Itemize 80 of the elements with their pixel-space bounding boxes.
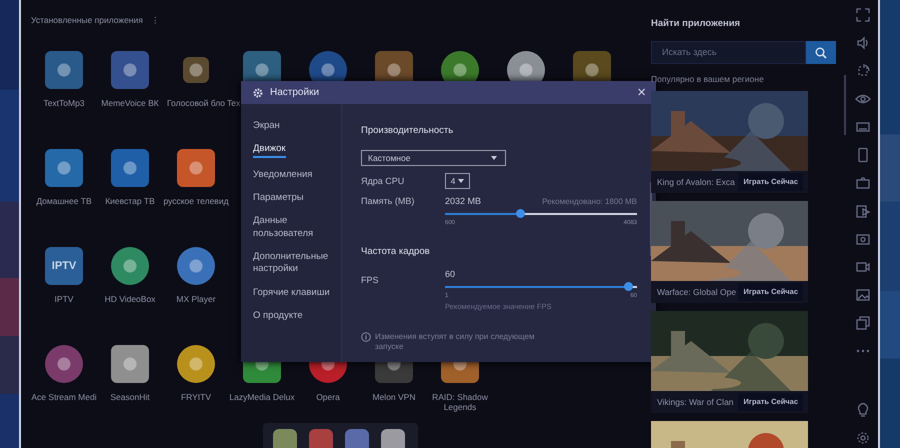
app-icon[interactable]	[45, 148, 83, 187]
app-label[interactable]: Ace Stream Medi	[31, 392, 97, 402]
app-label[interactable]: IPTV	[54, 294, 74, 304]
close-button[interactable]: ×	[637, 85, 646, 100]
app-icon[interactable]	[111, 148, 149, 187]
game-title: Vikings: War of Clan	[657, 396, 734, 408]
dialog-title: Настройки	[270, 86, 320, 100]
nav-item[interactable]: Данные пользователя	[253, 215, 333, 240]
scrollbar[interactable]	[844, 75, 846, 135]
image-icon[interactable]	[855, 287, 871, 303]
game-title: King of Avalon: Exca	[657, 176, 735, 188]
caret-icon	[458, 179, 464, 184]
app-icon[interactable]	[111, 50, 149, 89]
app-label[interactable]: Melon VPN	[372, 392, 416, 402]
caret-icon	[491, 156, 497, 160]
section-heading: Производительность	[361, 124, 454, 138]
app-label[interactable]: MemeVoice ВК	[101, 98, 159, 108]
nav-item[interactable]: Экран	[253, 120, 280, 132]
app-icon[interactable]	[45, 344, 83, 383]
app-label[interactable]: Tex	[227, 98, 240, 108]
app-label[interactable]: Голосовой бло	[167, 98, 225, 108]
slider-thumb[interactable]	[516, 208, 526, 218]
field-label: Память (MB)	[361, 195, 416, 208]
app-icon[interactable]	[177, 246, 215, 285]
app-icon[interactable]	[183, 56, 209, 83]
video-icon[interactable]	[855, 203, 871, 219]
cpu-select[interactable]: 4	[445, 173, 470, 190]
menu-icon[interactable]: ⋮	[150, 14, 160, 27]
bulb-icon[interactable]	[855, 402, 871, 418]
field-label: Ядра CPU	[361, 174, 406, 188]
nav-item[interactable]: О продукте	[253, 310, 303, 322]
fullscreen-icon[interactable]	[855, 7, 871, 23]
app-label[interactable]: LazyMedia Delux	[229, 392, 295, 402]
gear-icon	[253, 88, 263, 98]
app-label[interactable]: RAID: Shadow Legends	[428, 392, 492, 413]
memory-slider[interactable]	[445, 208, 637, 219]
app-icon[interactable]	[45, 50, 83, 89]
nav-item[interactable]: Уведомления	[253, 168, 312, 182]
app-label[interactable]: Киевстар ТВ	[105, 196, 155, 206]
app-label[interactable]: Opera	[316, 392, 340, 402]
notice-text: Изменения вступят в силу при следующем запуске	[375, 332, 535, 353]
app-label[interactable]: Домашнее ТВ	[36, 196, 92, 206]
settings-icon[interactable]	[855, 430, 871, 446]
app-label[interactable]: русское телевид	[163, 196, 229, 206]
app-label[interactable]: SeasonHit	[110, 392, 150, 402]
nav-item[interactable]: Дополнительные настройки	[253, 251, 333, 276]
mode-dropdown[interactable]: Кастомное	[361, 150, 506, 166]
panel-title: Найти приложения	[651, 17, 742, 31]
camera-icon[interactable]	[855, 175, 871, 191]
app-icon[interactable]	[111, 246, 149, 285]
section-title: Установленные приложения	[31, 14, 143, 27]
app-icon[interactable]	[273, 429, 297, 448]
nav-item[interactable]: Движок	[253, 143, 286, 158]
search-button[interactable]	[806, 41, 836, 64]
app-label[interactable]: MX Player	[176, 294, 216, 304]
dropdown-value: Кастомное	[368, 152, 410, 165]
fps-slider[interactable]	[445, 282, 637, 292]
info-icon	[361, 332, 371, 342]
app-icon[interactable]	[381, 429, 405, 448]
search-field[interactable]: Искать здесь	[651, 41, 806, 64]
memory-hint: Рекомендовано: 1800 MB	[542, 196, 637, 208]
game-title: Warface: Global Ope	[657, 286, 736, 298]
app-label[interactable]: FRYITV	[180, 392, 212, 402]
section-heading: Частота кадров	[361, 244, 431, 259]
app-icon[interactable]	[177, 148, 215, 187]
app-label[interactable]: TextToMp3	[43, 98, 85, 108]
select-value: 4	[450, 174, 456, 188]
app-icon[interactable]	[177, 344, 215, 383]
nav-item[interactable]: Горячие клавиши	[253, 286, 330, 300]
memory-value: 2032 MB	[445, 195, 482, 208]
app-icon[interactable]	[111, 344, 149, 383]
fps-value: 60	[445, 268, 456, 281]
copy-icon[interactable]	[855, 315, 871, 331]
section-label: Популярно в вашем регионе	[651, 73, 765, 86]
search-icon	[815, 46, 827, 59]
app-icon[interactable]: IPTV	[45, 246, 83, 285]
field-label: FPS	[361, 274, 380, 287]
nav-item[interactable]: Параметры	[253, 192, 304, 204]
slider-thumb[interactable]	[624, 282, 633, 290]
app-label[interactable]: HD VideoBox	[104, 294, 156, 304]
